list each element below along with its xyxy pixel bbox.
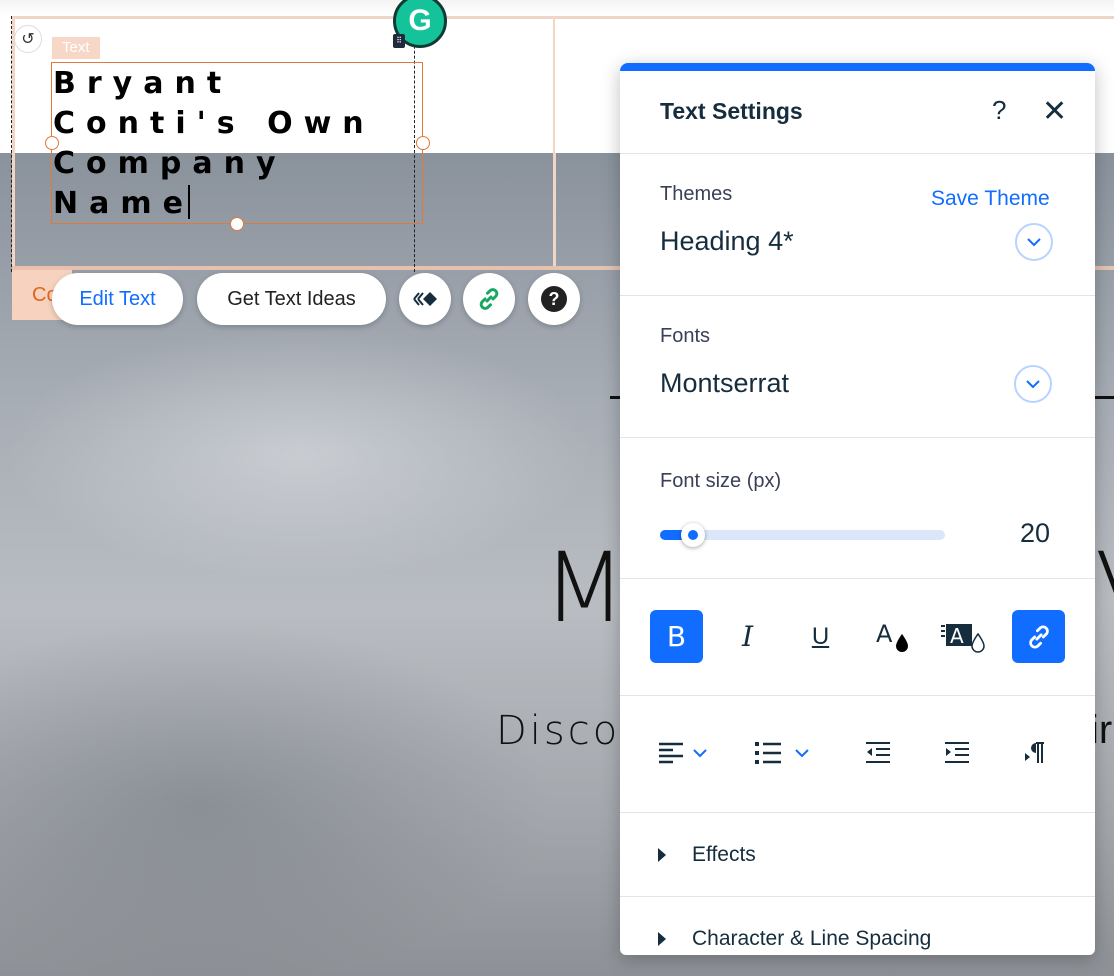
chevron-down-icon [693,749,707,758]
bold-icon: B [666,620,687,653]
close-icon[interactable]: ✕ [1042,97,1067,127]
text-align-dropdown[interactable] [658,733,708,773]
divider [620,437,1095,438]
text-color-button[interactable]: A [867,610,920,663]
underline-button[interactable]: U [794,610,847,663]
font-size-slider[interactable] [660,523,945,547]
svg-text:A: A [950,624,964,648]
panel-accent-bar [620,63,1095,71]
align-left-icon [659,742,683,764]
paragraph-direction-icon [1025,742,1044,763]
divider [620,578,1095,579]
spacing-label: Character & Line Spacing [692,927,932,950]
help-button[interactable]: ? [528,273,580,325]
animation-button[interactable] [399,273,451,325]
header-column-left-border [12,266,553,270]
panel-title: Text Settings [660,98,803,124]
edit-text-button[interactable]: Edit Text [52,273,183,325]
themes-label: Themes [660,183,733,205]
bullets-dropdown[interactable] [754,733,810,773]
fonts-dropdown-value[interactable]: Montserrat [660,368,789,399]
italic-icon: I [741,620,754,653]
divider [620,153,1095,154]
underline-icon: U [811,622,830,650]
fonts-label: Fonts [660,325,711,347]
outdent-icon [866,742,890,763]
highlight-icon: A [940,623,985,653]
text-color-icon: A [876,620,908,652]
company-line: Conti's Own [53,106,375,141]
company-line: Bryant [53,66,233,101]
get-text-ideas-button[interactable]: Get Text Ideas [197,273,386,325]
font-size-label: Font size (px) [660,470,782,492]
text-caret [187,185,190,219]
divider [620,295,1095,296]
editor-top-strip [0,0,1114,16]
company-name-text[interactable]: Bryant Conti's Own Company Name [53,64,433,224]
increase-indent-button[interactable] [944,733,970,773]
grammarly-widget[interactable]: G ⠿ [393,0,449,48]
link-icon [1028,624,1049,649]
hero-heading-fragment-right: V [1095,540,1114,636]
save-theme-link[interactable]: Save Theme [931,187,1050,211]
link-icon [479,288,499,310]
italic-button[interactable]: I [721,610,774,663]
grammarly-grip-icon[interactable]: ⠿ [393,34,405,48]
animation-icon [413,292,437,306]
effects-label: Effects [692,843,756,866]
bold-button[interactable]: B [650,610,703,663]
hero-heading-fragment: M [543,532,626,644]
caret-right-icon [658,848,666,862]
undo-icon[interactable]: ↺ [14,25,42,53]
divider [620,695,1095,696]
divider [620,812,1095,813]
guide-line-left [11,16,12,272]
highlight-color-button[interactable]: A [938,610,991,663]
company-line: Company [53,146,287,181]
text-link-button[interactable] [1012,610,1065,663]
fonts-chevron-down-icon[interactable] [1014,365,1052,403]
themes-chevron-down-icon[interactable] [1015,223,1053,261]
font-size-slider-thumb[interactable] [680,523,705,547]
indent-icon [945,742,969,763]
chevron-down-icon [795,749,809,758]
divider [620,896,1095,897]
svg-text:A: A [876,620,893,648]
effects-section-toggle[interactable]: Effects [658,843,756,867]
caret-right-icon [658,932,666,946]
themes-dropdown-value[interactable]: Heading 4* [660,226,794,257]
decrease-indent-button[interactable] [865,733,891,773]
text-direction-button[interactable] [1024,733,1046,773]
help-icon: ? [541,286,567,312]
font-size-value[interactable]: 20 [1020,518,1050,549]
company-line: Name [53,186,194,221]
text-settings-panel: Text Settings ? ✕ Themes Save Theme Head… [620,63,1095,955]
panel-help-icon[interactable]: ? [992,95,1006,126]
spacing-section-toggle[interactable]: Character & Line Spacing [658,927,931,951]
link-button[interactable] [463,273,515,325]
element-type-tag: Text [52,37,100,59]
hero-decor-line-right [1095,396,1114,399]
bullet-list-icon [755,742,781,764]
